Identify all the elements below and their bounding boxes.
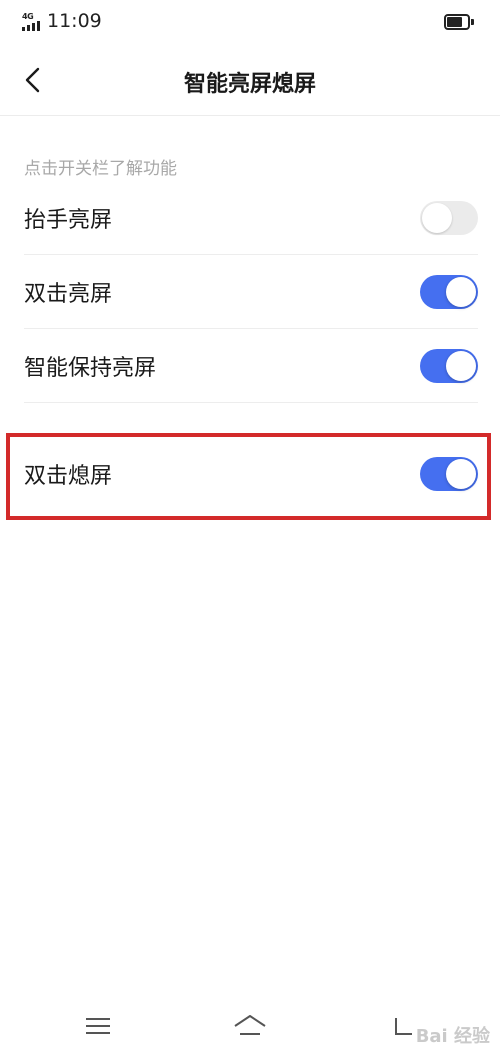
setting-label: 抬手亮屏 xyxy=(24,207,113,233)
status-bar: 4G 11:09 xyxy=(0,0,500,44)
menu-button[interactable] xyxy=(80,1010,116,1042)
double-tap-wake-toggle[interactable] xyxy=(420,274,478,309)
setting-label: 双击亮屏 xyxy=(24,281,113,307)
setting-row-double-tap-wake[interactable]: 双击亮屏 xyxy=(24,255,478,329)
nav-header: 智能亮屏熄屏 xyxy=(0,44,500,116)
highlight-annotation xyxy=(6,433,491,520)
raise-to-wake-toggle[interactable] xyxy=(420,200,478,235)
signal-icon: 4G xyxy=(22,12,44,31)
network-type: 4G xyxy=(22,12,34,21)
bottom-nav-bar: Bai 经验 xyxy=(0,998,500,1056)
page-title: 智能亮屏熄屏 xyxy=(183,72,316,97)
setting-row-smart-stay-awake[interactable]: 智能保持亮屏 xyxy=(24,329,478,403)
menu-icon xyxy=(86,1018,110,1034)
home-button[interactable] xyxy=(232,1010,268,1042)
smart-stay-awake-toggle[interactable] xyxy=(420,348,478,383)
home-icon xyxy=(234,1015,266,1035)
battery-icon xyxy=(444,14,474,30)
setting-row-raise-to-wake[interactable]: 抬手亮屏 xyxy=(24,181,478,255)
setting-label: 智能保持亮屏 xyxy=(24,355,157,381)
watermark-logo: Bai 经验 xyxy=(415,1026,490,1047)
status-time: 11:09 xyxy=(47,10,102,32)
section-hint: 点击开关栏了解功能 xyxy=(24,159,177,179)
